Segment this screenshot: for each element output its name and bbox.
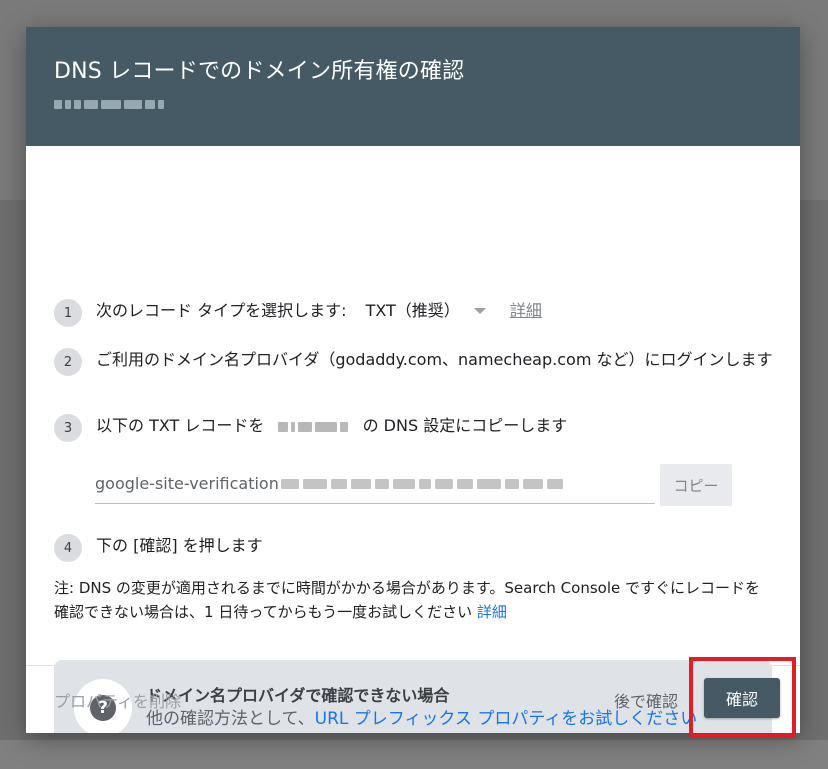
step-number-3: 3 [54, 414, 82, 442]
step-4: 4 下の [確認] を押します [54, 534, 263, 562]
record-type-details-link[interactable]: 詳細 [510, 301, 542, 320]
dialog-subtitle-redacted [54, 97, 204, 111]
dialog-title: DNS レコードでのドメイン所有権の確認 [54, 59, 465, 84]
step-number-4: 4 [54, 534, 82, 562]
txt-record-value-redacted [280, 478, 563, 489]
verify-later-button[interactable]: 後で確認 [614, 688, 678, 712]
dialog-header: DNS レコードでのドメイン所有権の確認 [26, 27, 800, 146]
red-highlight-annotation [689, 657, 796, 738]
background-strip [0, 740, 828, 769]
note-text: 注: DNS の変更が適用されるまでに時間がかかる場合があります。Search … [54, 579, 761, 621]
step-2: 2 ご利用のドメイン名プロバイダ（godaddy.com、namecheap.c… [54, 348, 774, 376]
txt-record-field[interactable]: google-site-verification [95, 464, 655, 504]
step-3-text-before: 以下の TXT レコードを [96, 416, 265, 435]
step-number-2: 2 [54, 348, 82, 376]
txt-record-prefix: google-site-verification [95, 474, 279, 493]
step-1-text: 次のレコード タイプを選択します: [96, 301, 347, 320]
step-1: 1 次のレコード タイプを選択します: TXT（推奨） 詳細 [54, 299, 542, 327]
domain-name-redacted [277, 421, 348, 432]
record-type-select[interactable]: TXT（推奨） [366, 301, 460, 320]
chevron-down-icon[interactable] [473, 307, 486, 314]
step-3: 3 以下の TXT レコードを の DNS 設定にコピーします [54, 414, 567, 442]
step-2-text: ご利用のドメイン名プロバイダ（godaddy.com、namecheap.com… [96, 350, 773, 369]
step-number-1: 1 [54, 299, 82, 327]
verification-dialog: DNS レコードでのドメイン所有権の確認 1 次のレコード タイプを選択します:… [26, 27, 800, 733]
propagation-note: 注: DNS の変更が適用されるまでに時間がかかる場合があります。Search … [54, 576, 774, 624]
note-details-link[interactable]: 詳細 [477, 603, 507, 621]
delete-property-button[interactable]: プロパティを削除 [54, 688, 181, 712]
dialog-footer: プロパティを削除 後で確認 確認 [26, 665, 800, 733]
copy-button[interactable]: コピー [660, 464, 732, 506]
step-3-text-after: の DNS 設定にコピーします [362, 416, 568, 435]
step-4-text: 下の [確認] を押します [96, 536, 263, 555]
